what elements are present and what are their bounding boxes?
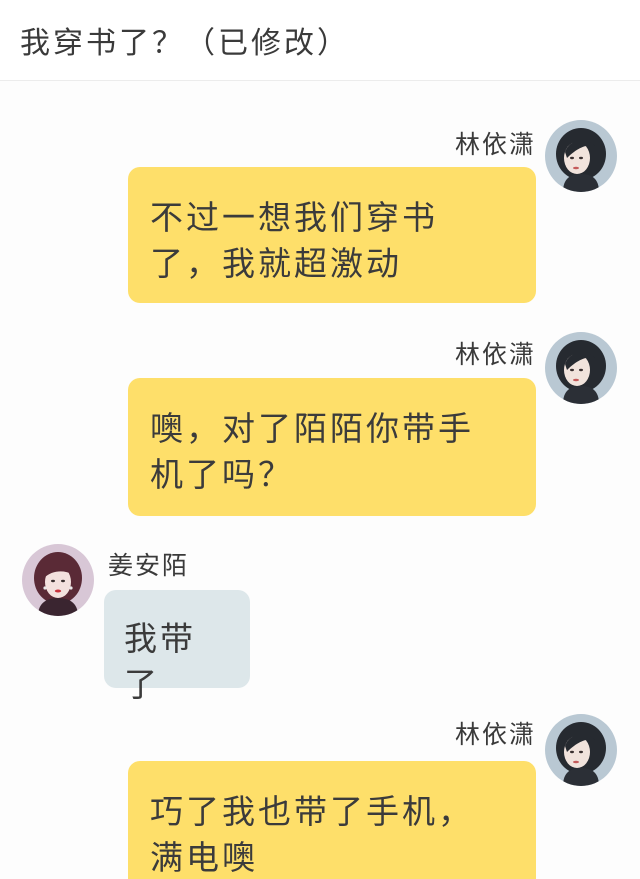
message-bubble[interactable]: 我带了 — [104, 590, 250, 704]
sender-name: 姜安陌 — [108, 551, 190, 580]
sender-name: 林依潇 — [454, 720, 536, 749]
message-bubble[interactable]: 不过一想我们穿书 了，我就超激动 — [128, 167, 536, 303]
chat-message: 林依潇 不过一想我们穿书 了，我就超激动 — [0, 81, 640, 311]
sender-name: 林依潇 — [454, 130, 536, 159]
message-line: 不过一想我们穿书 — [150, 198, 438, 237]
female-avatar-dark-hair-icon — [545, 120, 617, 192]
chat-message: 林依潇 巧了我也带了手机， 满电噢 — [0, 701, 640, 879]
message-bubble[interactable]: 噢，对了陌陌你带手 机了吗？ — [128, 378, 536, 516]
chat-message: 林依潇 噢，对了陌陌你带手 机了吗？ — [0, 311, 640, 531]
message-line: 了，我就超激动 — [150, 244, 402, 283]
chat-area[interactable]: 林依潇 不过一想我们穿书 了，我就超激动 林依潇 噢，对了陌陌你带手 机了吗？ … — [0, 81, 640, 879]
title-bar: 我穿书了？（已修改） — [0, 0, 640, 81]
female-avatar-dark-hair-icon — [545, 714, 617, 786]
female-avatar-red-hair-icon — [22, 544, 94, 616]
female-avatar-dark-hair-icon — [545, 332, 617, 404]
avatar[interactable] — [545, 714, 617, 786]
message-line: 机了吗？ — [150, 455, 294, 494]
avatar[interactable] — [545, 332, 617, 404]
avatar[interactable] — [545, 120, 617, 192]
message-bubble[interactable]: 巧了我也带了手机， 满电噢 — [128, 761, 536, 879]
page-title: 我穿书了？（已修改） — [20, 26, 350, 61]
message-line: 满电噢 — [150, 838, 258, 877]
sender-name: 林依潇 — [454, 340, 536, 369]
avatar[interactable] — [22, 544, 94, 616]
message-line: 我带了 — [124, 619, 196, 704]
message-line: 巧了我也带了手机， — [150, 792, 474, 831]
chat-message: 姜安陌 我带了 — [0, 531, 640, 704]
message-line: 噢，对了陌陌你带手 — [150, 409, 474, 448]
